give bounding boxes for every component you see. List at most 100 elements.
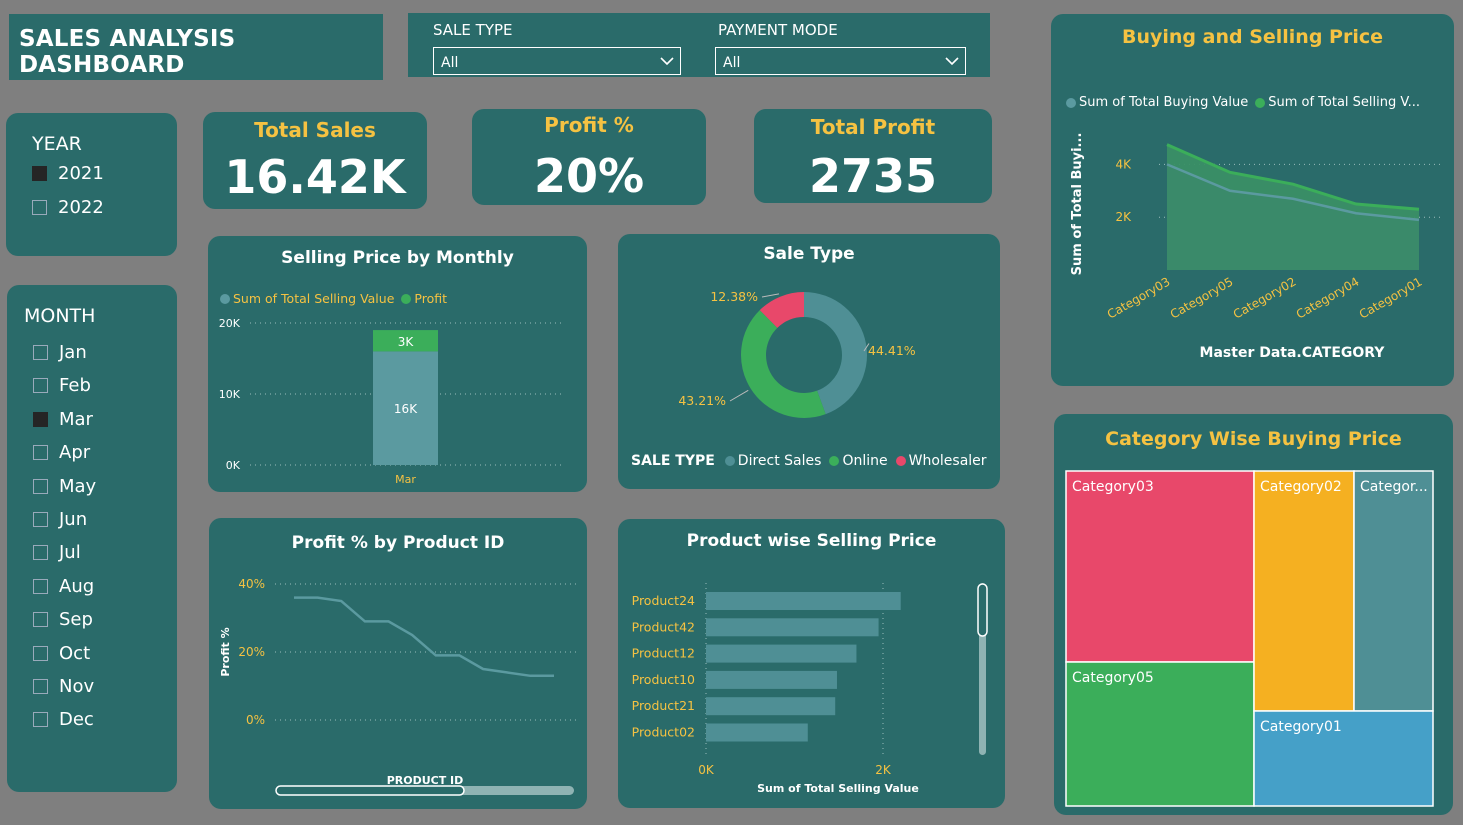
title-panel: SALES ANALYSIS DASHBOARD bbox=[9, 14, 383, 80]
month-option-nov[interactable]: Nov bbox=[33, 676, 94, 697]
checkbox[interactable] bbox=[33, 478, 48, 494]
month-option-sep[interactable]: Sep bbox=[33, 609, 93, 630]
payment-mode-dropdown[interactable]: All bbox=[715, 47, 966, 75]
treemap-tile[interactable] bbox=[1065, 470, 1255, 663]
month-option-label: Feb bbox=[59, 375, 91, 397]
x-tick-label: Category04 bbox=[1294, 274, 1362, 321]
month-option-jan[interactable]: Jan bbox=[33, 342, 87, 363]
legend-label: Direct Sales bbox=[737, 453, 822, 469]
checkbox[interactable] bbox=[32, 166, 47, 181]
sale-type-label: SALE TYPE bbox=[433, 21, 513, 39]
bar bbox=[706, 723, 808, 742]
month-option-label: Jan bbox=[59, 342, 87, 363]
chart-profit-by-product: Profit % by Product ID 0% 20% 40% Profit % P… bbox=[209, 518, 587, 809]
chart-svg: Category03 Category05 Category02 Categor...… bbox=[1065, 470, 1434, 807]
month-option-may[interactable]: May bbox=[33, 476, 96, 497]
y-tick-label: 0K bbox=[226, 459, 241, 472]
filter-panel: SALE TYPE All PAYMENT MODE All bbox=[408, 13, 990, 77]
x-tick-label: Category01 bbox=[1357, 274, 1425, 321]
checkbox[interactable] bbox=[33, 411, 48, 427]
tile-label: Category01 bbox=[1260, 719, 1342, 735]
kpi-title: Total Profit bbox=[810, 115, 936, 139]
sale-type-dropdown[interactable]: All bbox=[433, 47, 681, 75]
checkbox[interactable] bbox=[33, 679, 48, 694]
month-option-label: Jul bbox=[59, 542, 81, 564]
x-tick-label: 2K bbox=[875, 763, 892, 777]
checkbox[interactable] bbox=[33, 378, 48, 394]
data-label: 3K bbox=[398, 335, 415, 349]
y-tick-label: 2K bbox=[1115, 210, 1132, 224]
x-axis-title: Sum of Total Selling Value bbox=[757, 782, 919, 795]
y-tick-label: 20% bbox=[238, 645, 265, 659]
y-axis-title: Profit % bbox=[219, 627, 232, 676]
chevron-down-icon bbox=[660, 57, 674, 66]
kpi-value: 16.42K bbox=[224, 150, 406, 204]
chart-svg: 2K4KCategory03Category05Category02Catego… bbox=[1070, 133, 1443, 361]
chart-svg: 0% 20% 40% Profit % PRODUCT ID bbox=[219, 577, 577, 796]
month-option-jun[interactable]: Jun bbox=[33, 509, 87, 530]
data-label: 44.41% bbox=[868, 343, 916, 358]
treemap-tile[interactable] bbox=[1253, 470, 1355, 712]
month-option-apr[interactable]: Apr bbox=[33, 442, 90, 463]
kpi-value: 2735 bbox=[808, 149, 938, 203]
data-label: 43.21% bbox=[678, 393, 726, 408]
checkbox[interactable] bbox=[32, 200, 47, 215]
month-option-mar[interactable]: Mar bbox=[33, 409, 93, 430]
month-slicer-heading: MONTH bbox=[24, 305, 96, 327]
legend-dot bbox=[829, 456, 840, 466]
kpi-total-sales: Total Sales 16.42K bbox=[203, 112, 427, 209]
legend-title: SALE TYPE bbox=[631, 453, 715, 469]
chart-svg: 0K 10K 20K 16K 3K Mar bbox=[219, 317, 563, 486]
data-label: 16K bbox=[394, 402, 418, 416]
data-label: 12.38% bbox=[710, 289, 758, 304]
month-option-oct[interactable]: Oct bbox=[33, 643, 90, 664]
bar bbox=[706, 592, 901, 610]
checkbox[interactable] bbox=[33, 645, 48, 661]
checkbox[interactable] bbox=[33, 712, 48, 728]
month-option-label: Jun bbox=[59, 509, 88, 530]
checkbox[interactable] bbox=[33, 612, 48, 628]
month-option-label: Sep bbox=[59, 609, 93, 631]
y-tick-label: 4K bbox=[1115, 157, 1132, 171]
year-option-label: 2021 bbox=[58, 163, 104, 184]
checkbox[interactable] bbox=[33, 578, 48, 594]
y-tick-label: Product12 bbox=[632, 646, 695, 661]
y-tick-label: Product42 bbox=[632, 619, 695, 634]
month-option-jul[interactable]: Jul bbox=[33, 542, 81, 563]
y-tick-label: Product10 bbox=[632, 672, 695, 687]
bar bbox=[706, 670, 837, 689]
kpi-value: 20% bbox=[533, 149, 645, 203]
legend-dot bbox=[895, 456, 906, 466]
month-option-aug[interactable]: Aug bbox=[33, 576, 94, 597]
y-tick-label: 0% bbox=[246, 713, 265, 727]
month-option-dec[interactable]: Dec bbox=[33, 709, 94, 730]
tile-label: Category03 bbox=[1072, 479, 1154, 495]
checkbox[interactable] bbox=[33, 545, 48, 561]
legend-dot bbox=[724, 456, 735, 466]
checkbox[interactable] bbox=[33, 345, 48, 360]
bar bbox=[706, 644, 857, 663]
checkbox[interactable] bbox=[33, 445, 48, 461]
y-tick-label: 10K bbox=[219, 388, 241, 401]
year-option-2022[interactable]: 2022 bbox=[32, 197, 104, 218]
x-tick-label: Mar bbox=[395, 473, 416, 486]
treemap-tile[interactable] bbox=[1353, 470, 1434, 712]
scrollbar-thumb[interactable] bbox=[275, 785, 465, 796]
leader-line bbox=[761, 293, 780, 298]
bar bbox=[706, 697, 836, 716]
month-option-label: Oct bbox=[59, 642, 91, 664]
donut-slice bbox=[741, 310, 826, 418]
leader-line bbox=[729, 389, 749, 402]
year-option-2021[interactable]: 2021 bbox=[32, 163, 104, 184]
chart-product-selling-price: Product wise Selling Price 0K 2K Product24… bbox=[618, 519, 1005, 808]
scrollbar-thumb[interactable] bbox=[977, 583, 988, 637]
kpi-title: Profit % bbox=[544, 113, 634, 137]
y-tick-label: Product02 bbox=[632, 725, 695, 740]
year-slicer-heading: YEAR bbox=[32, 133, 82, 155]
month-option-feb[interactable]: Feb bbox=[33, 375, 91, 396]
tile-label: Category05 bbox=[1072, 670, 1154, 686]
month-option-label: Mar bbox=[59, 408, 93, 430]
y-tick-label: 20K bbox=[219, 317, 241, 330]
checkbox[interactable] bbox=[33, 512, 48, 527]
chart-category-buying-price: Category Wise Buying Price Category03 Cat… bbox=[1054, 414, 1453, 815]
